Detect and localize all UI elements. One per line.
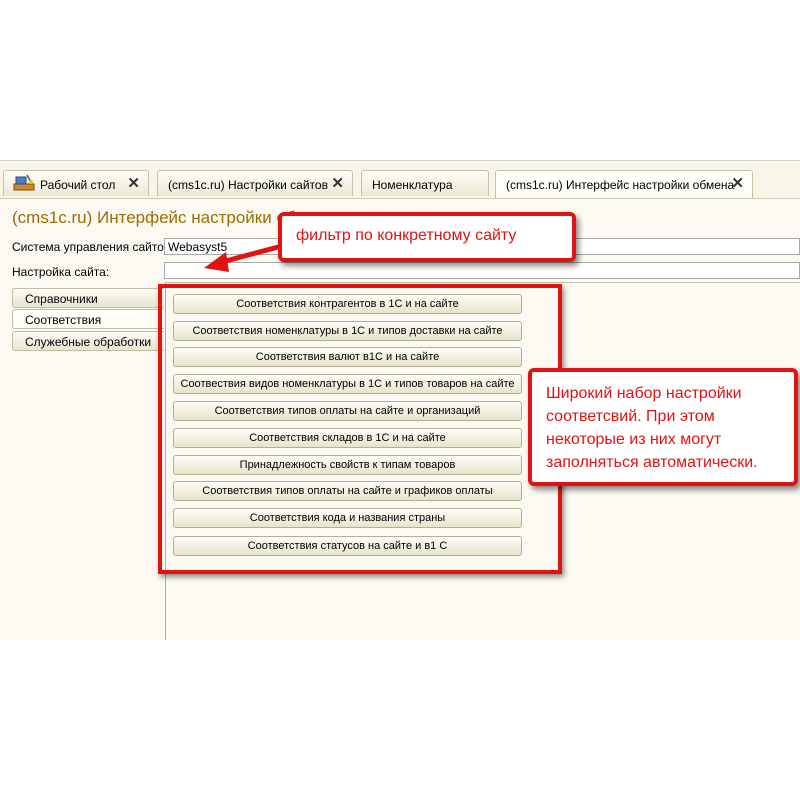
tab-site-settings[interactable]: (cms1c.ru) Настройки сайтов ✕ [157,170,353,196]
top-rule [0,160,800,161]
cms-label: Система управления сайтом: [12,240,176,254]
sidebar: Справочники Соответствия Служебные обраб… [0,282,166,640]
tab-label: (cms1c.ru) Настройки сайтов [168,178,328,192]
filter-callout: фильтр по конкретному сайту [278,212,576,262]
sidebar-item-service[interactable]: Служебные обработки [12,331,164,351]
filter-callout-text: фильтр по конкретному сайту [296,227,517,244]
sidebar-item-directories[interactable]: Справочники [12,288,164,308]
settings-callout-line: Широкий набор настройки [546,385,742,402]
sidebar-item-label: Справочники [25,292,98,306]
buttons-highlight-frame [158,284,562,574]
desk-home-icon [13,174,35,191]
settings-callout: Широкий набор настройки соответсвий. При… [528,368,798,486]
tab-label: (cms1c.ru) Интерфейс настройки обмена [506,178,735,192]
tab-label: Рабочий стол [40,178,116,192]
site-settings-field[interactable] [164,262,800,279]
settings-callout-line: соответсвий. При этом [546,408,715,425]
close-icon[interactable]: ✕ [331,174,344,192]
settings-callout-line: некоторые из них могут [546,431,722,448]
close-icon[interactable]: ✕ [127,174,140,192]
tab-desktop[interactable]: Рабочий стол ✕ [3,170,149,196]
sidebar-item-label: Служебные обработки [25,335,152,349]
sidebar-item-label: Соответствия [25,313,102,327]
tab-nomenclature[interactable]: Номенклатура [361,170,489,196]
tab-label: Номенклатура [372,178,453,192]
sidebar-item-matches[interactable]: Соответствия [12,309,164,329]
tab-exchange-interface[interactable]: (cms1c.ru) Интерфейс настройки обмена ✕ [495,170,753,198]
tab-strip: Рабочий стол ✕ (cms1c.ru) Настройки сайт… [0,160,800,199]
site-settings-label: Настройка сайта: [12,265,110,279]
close-icon[interactable]: ✕ [731,174,744,192]
settings-callout-line: заполняться автоматически. [546,454,758,471]
